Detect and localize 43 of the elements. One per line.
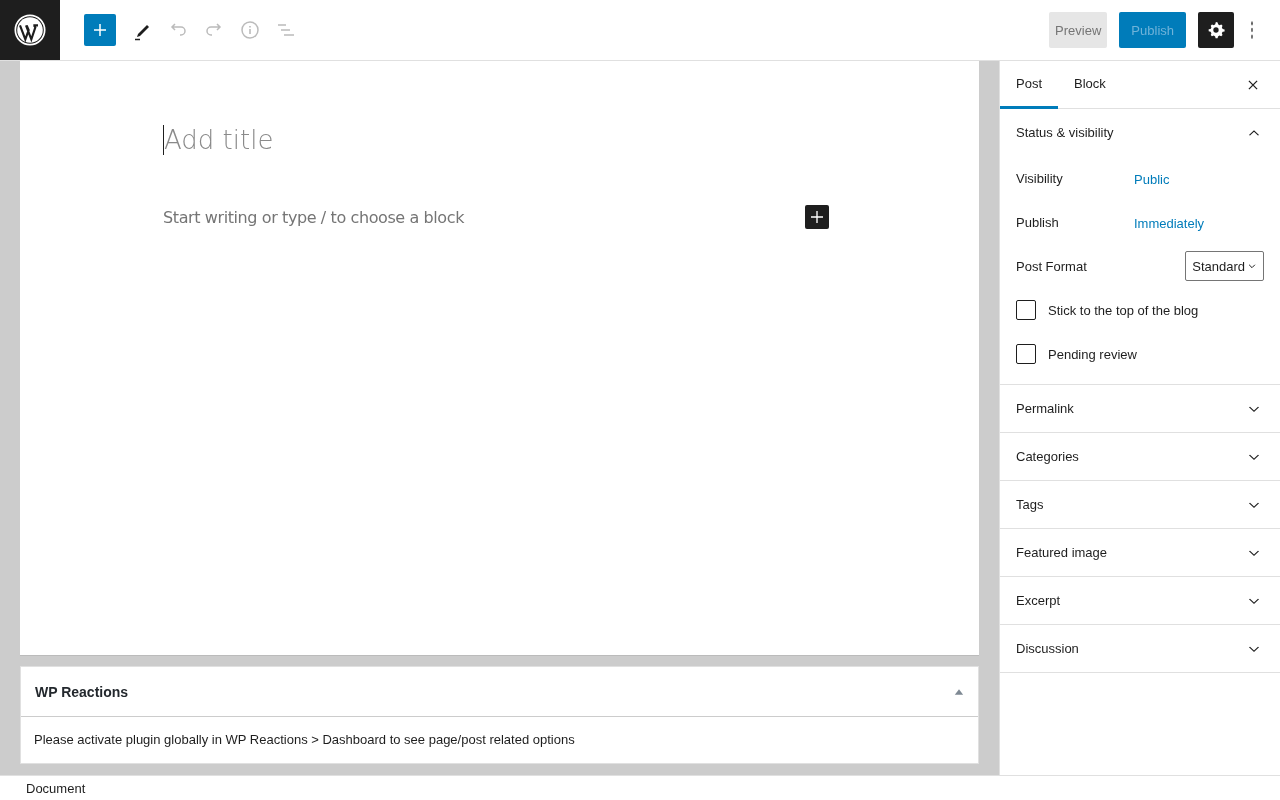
plus-icon (809, 209, 825, 225)
vertical-dots-icon (1249, 20, 1255, 40)
breadcrumb-link[interactable]: Document (26, 780, 86, 796)
preview-button[interactable]: Preview (1049, 12, 1108, 48)
panel-header[interactable]: Tags (1000, 481, 1280, 528)
checkbox[interactable] (1016, 300, 1036, 320)
panel-header[interactable]: Permalink (1000, 385, 1280, 432)
checkbox-label: Pending review (1048, 346, 1137, 362)
panel-header[interactable]: Categories (1000, 433, 1280, 480)
panel-header[interactable]: Status & visibility (1000, 109, 1280, 156)
chevron-icon (1248, 404, 1260, 413)
triangle-icon (954, 687, 964, 696)
wordpress-logo[interactable] (0, 0, 60, 60)
chevron-icon (1248, 452, 1260, 461)
setting-link[interactable]: Public (1134, 171, 1170, 187)
toggle-panel-button[interactable] (954, 687, 964, 696)
add-block-button[interactable] (805, 205, 829, 229)
chevron-icon (1247, 261, 1257, 271)
chevron-icon (1248, 500, 1260, 509)
setting-link[interactable]: Immediately (1134, 215, 1205, 231)
setting-label: Post Format (1016, 258, 1088, 274)
format-select[interactable]: Standard (1185, 251, 1264, 281)
checkbox[interactable] (1016, 344, 1036, 364)
sidebar-tab[interactable]: Block (1058, 61, 1122, 109)
chevron-icon (1248, 644, 1260, 653)
block-placeholder[interactable]: Start writing or type / to choose a block (163, 207, 464, 227)
wordpress-logo-icon (14, 14, 46, 46)
plugin-notice: Please activate plugin globally in WP Reactions > Dashboard to see page/post related options (33, 731, 576, 749)
panel-header[interactable]: Discussion (1000, 625, 1280, 672)
meta-box-title: WP Reactions (35, 683, 129, 700)
sidebar-tab[interactable]: Post (1000, 61, 1058, 109)
info-icon (238, 18, 262, 42)
checkbox-label: Stick to the top of the blog (1048, 302, 1199, 318)
chevron-icon (1248, 548, 1260, 557)
setting-label: Publish (1016, 214, 1060, 230)
chevron-icon (1248, 128, 1260, 137)
panel-header[interactable]: Excerpt (1000, 577, 1280, 624)
chevron-icon (1248, 596, 1260, 605)
setting-label: Visibility (1016, 170, 1064, 186)
settings-button[interactable] (1198, 12, 1234, 48)
settings-icon (1206, 20, 1226, 40)
panel-header[interactable]: Featured image (1000, 529, 1280, 576)
plus-icon (91, 21, 109, 39)
